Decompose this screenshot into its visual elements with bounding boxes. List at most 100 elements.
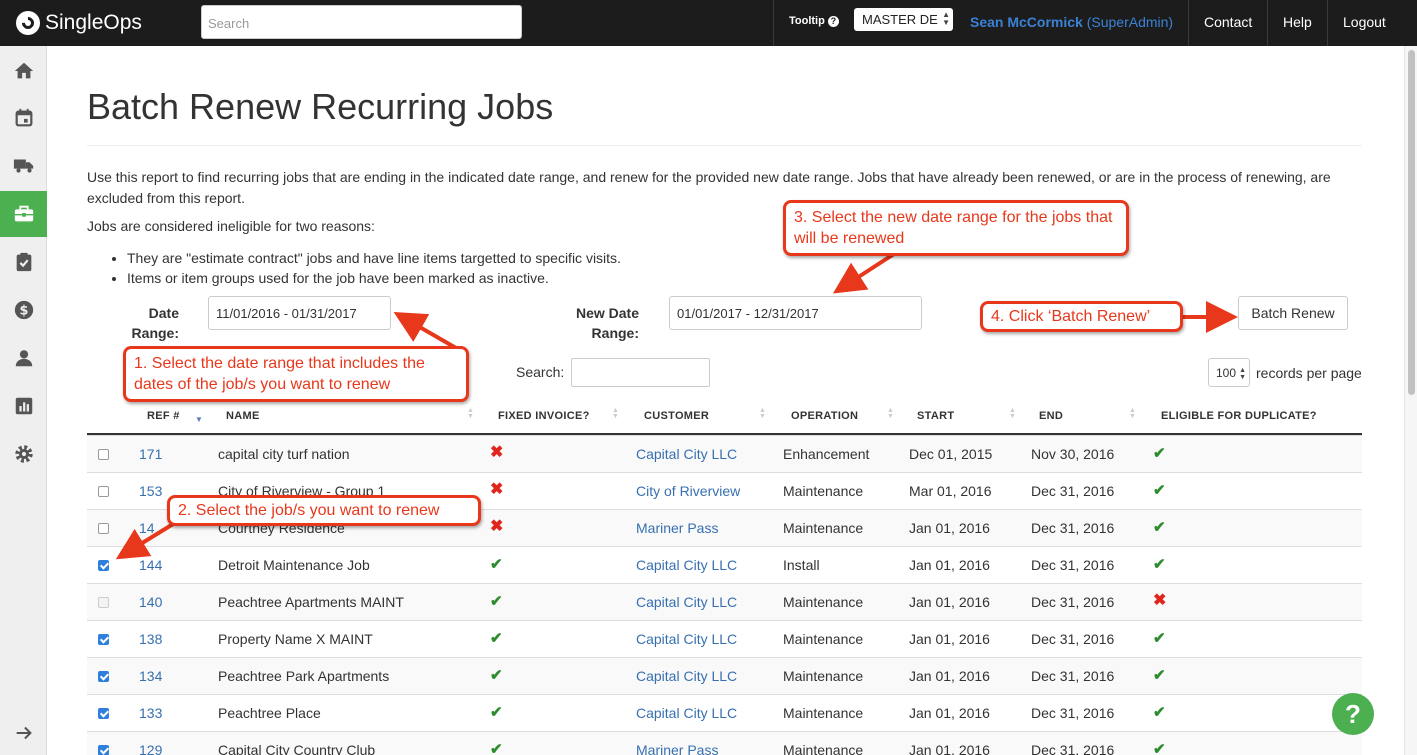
contact-link[interactable]: Contact: [1204, 14, 1252, 30]
job-start-date: Jan 01, 2016: [909, 557, 990, 573]
row-select-checkbox: [98, 597, 109, 608]
job-operation: Maintenance: [783, 520, 864, 536]
job-ref-link[interactable]: 129: [139, 742, 162, 755]
date-range-input[interactable]: 11/01/2016 - 01/31/2017: [208, 296, 391, 330]
truck-icon: [13, 159, 33, 173]
row-select-checkbox[interactable]: [98, 634, 109, 645]
home-icon: [14, 62, 33, 79]
col-end[interactable]: END: [1039, 410, 1063, 422]
row-select-checkbox[interactable]: [98, 560, 109, 571]
job-operation: Install: [783, 557, 820, 573]
job-operation: Maintenance: [783, 483, 864, 499]
job-ref-link[interactable]: 171: [139, 446, 162, 462]
sidebar-collapse-toggle[interactable]: [0, 710, 47, 755]
sidebar-item-home[interactable]: [0, 48, 47, 94]
col-name[interactable]: NAME: [226, 410, 260, 422]
job-end-date: Dec 31, 2016: [1031, 594, 1115, 610]
job-ref-link[interactable]: 138: [139, 631, 162, 647]
job-ref-link[interactable]: 140: [139, 594, 162, 610]
customer-link[interactable]: Capital City LLC: [636, 668, 737, 684]
sidebar-item-reports[interactable]: [0, 383, 47, 429]
col-eligible[interactable]: ELIGIBLE FOR DUPLICATE?: [1161, 410, 1317, 422]
brand-name: SingleOps: [45, 11, 142, 34]
records-per-page-select[interactable]: 100 ▲ ▼: [1208, 358, 1250, 387]
col-operation[interactable]: OPERATION: [791, 410, 858, 422]
step3-arrow: [832, 250, 899, 294]
job-name: Property Name X MAINT: [218, 631, 373, 647]
step1-arrow: [393, 312, 457, 350]
customer-link[interactable]: Mariner Pass: [636, 520, 718, 536]
col-customer[interactable]: CUSTOMER: [644, 410, 709, 422]
job-end-date: Dec 31, 2016: [1031, 668, 1115, 684]
col-fixed-invoice[interactable]: FIXED INVOICE?: [498, 410, 590, 422]
col-ref[interactable]: REF #: [147, 410, 180, 422]
job-operation: Maintenance: [783, 594, 864, 610]
customer-link[interactable]: Capital City LLC: [636, 446, 737, 462]
user-role: (SuperAdmin): [1086, 14, 1174, 30]
job-end-date: Nov 30, 2016: [1031, 446, 1115, 462]
reason-item: They are "estimate contract" jobs and ha…: [127, 248, 621, 268]
user-menu[interactable]: Sean McCormick (SuperAdmin): [970, 14, 1173, 30]
row-select-checkbox[interactable]: [98, 449, 109, 460]
ineligible-intro: Jobs are considered ineligible for two r…: [87, 218, 375, 234]
step1-callout: 1. Select the date range that includes t…: [123, 346, 469, 402]
row-select-checkbox[interactable]: [98, 486, 109, 497]
sort-icon: ▲ ▼: [612, 407, 619, 420]
customer-link[interactable]: Capital City LLC: [636, 557, 737, 573]
page-scrollbar[interactable]: [1404, 46, 1417, 755]
job-ref-link[interactable]: 144: [139, 557, 162, 573]
sidebar-item-trucks[interactable]: [0, 142, 47, 188]
global-search-input[interactable]: Search: [201, 5, 522, 39]
sidebar-item-settings[interactable]: [0, 431, 47, 477]
cross-icon: ✖: [490, 444, 504, 461]
step4-callout: 4. Click ‘Batch Renew’: [980, 301, 1183, 332]
clipboard-check-icon: [16, 252, 31, 272]
job-start-date: Jan 01, 2016: [909, 742, 990, 755]
help-link[interactable]: Help: [1283, 14, 1312, 30]
new-date-range-input[interactable]: 01/01/2017 - 12/31/2017: [669, 296, 922, 330]
row-select-checkbox[interactable]: [98, 708, 109, 719]
job-ref-link[interactable]: 14: [139, 520, 155, 536]
customer-link[interactable]: Capital City LLC: [636, 631, 737, 647]
new-date-range-label: New Date Range:: [570, 303, 639, 343]
job-name: Detroit Maintenance Job: [218, 557, 370, 573]
sort-icon: ▲ ▼: [887, 407, 894, 420]
nav-divider: [773, 0, 774, 46]
records-per-page-label: records per page: [1256, 365, 1362, 381]
job-start-date: Jan 01, 2016: [909, 668, 990, 684]
customer-link[interactable]: Capital City LLC: [636, 594, 737, 610]
tooltip-toggle[interactable]: Tooltip ?: [789, 15, 839, 27]
job-ref-link[interactable]: 134: [139, 668, 162, 684]
date-range-label-line2: Range:: [131, 325, 179, 341]
customer-link[interactable]: Capital City LLC: [636, 705, 737, 721]
sidebar-item-billing[interactable]: $: [0, 287, 47, 333]
check-icon: ✔: [1153, 556, 1166, 573]
row-select-checkbox[interactable]: [98, 745, 109, 755]
account-select[interactable]: MASTER DE ▲ ▼: [854, 8, 953, 31]
row-select-checkbox[interactable]: [98, 671, 109, 682]
batch-renew-button[interactable]: Batch Renew: [1238, 296, 1348, 330]
sidebar-item-customers[interactable]: [0, 335, 47, 381]
check-icon: ✔: [1153, 482, 1166, 499]
sidebar-item-calendar[interactable]: [0, 95, 47, 141]
scrollbar-thumb[interactable]: [1408, 50, 1415, 395]
job-start-date: Jan 01, 2016: [909, 705, 990, 721]
help-chat-button[interactable]: ?: [1332, 693, 1374, 735]
singleops-logo[interactable]: SingleOps: [16, 8, 142, 38]
row-select-checkbox[interactable]: [98, 523, 109, 534]
check-icon: ✔: [1153, 704, 1166, 721]
customer-link[interactable]: Mariner Pass: [636, 742, 718, 755]
table-search-input[interactable]: [571, 358, 710, 387]
job-ref-link[interactable]: 153: [139, 483, 162, 499]
sort-icon: ▲ ▼: [759, 407, 766, 420]
sidebar-item-tasks[interactable]: [0, 239, 47, 285]
check-icon: ✔: [490, 704, 503, 721]
nav-divider: [1327, 0, 1328, 46]
col-start[interactable]: START: [917, 410, 954, 422]
customer-link[interactable]: City of Riverview: [636, 483, 740, 499]
logout-link[interactable]: Logout: [1343, 14, 1386, 30]
sidebar-item-jobs[interactable]: [0, 191, 47, 237]
job-ref-link[interactable]: 133: [139, 705, 162, 721]
job-name: capital city turf nation: [218, 446, 350, 462]
page-title: Batch Renew Recurring Jobs: [87, 86, 554, 127]
